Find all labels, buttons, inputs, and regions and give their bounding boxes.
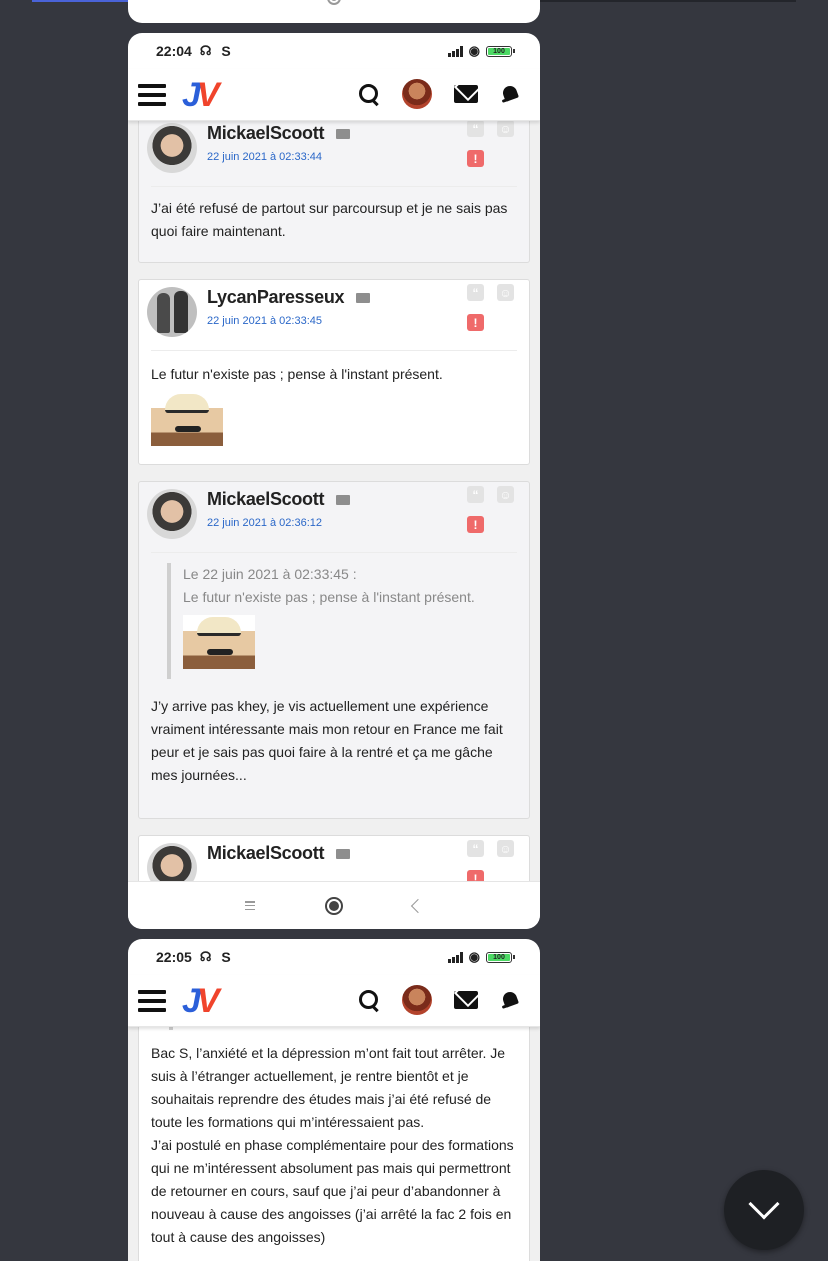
status-time: 22:04 — [156, 43, 192, 59]
status-carrier: S — [221, 43, 231, 59]
quote-bar — [169, 1027, 173, 1030]
status-bar: 22:05 ☊ S ◉ 100 — [128, 939, 540, 975]
sticker-image — [183, 615, 255, 669]
mail-icon[interactable] — [454, 85, 478, 103]
quote-icon[interactable]: “ — [467, 486, 484, 503]
forum-post: LycanParesseux 22 juin 2021 à 02:33:45 “… — [138, 279, 530, 465]
author-name[interactable]: LycanParesseux — [207, 287, 345, 308]
hamburger-icon[interactable] — [138, 83, 166, 106]
notification-icon[interactable] — [500, 989, 522, 1011]
wifi-icon: ◉ — [468, 949, 480, 964]
private-message-icon[interactable] — [336, 848, 351, 859]
quote-icon[interactable]: “ — [467, 840, 484, 857]
phone-screenshot-1: 22:04 ☊ S ◉ 100 JV MickaelScoott 22 juin… — [128, 33, 540, 929]
home-button-icon[interactable] — [325, 896, 343, 915]
post-date[interactable]: 22 juin 2021 à 02:36:12 — [207, 517, 322, 529]
forum-post: MickaelScoott 22 juin 2021 à 02:36:12 “ … — [138, 481, 530, 819]
private-message-icon[interactable] — [336, 494, 351, 505]
app-header: JV — [128, 69, 540, 121]
forum-post: MickaelScoott “ ☺ ! — [138, 835, 530, 881]
quote-header: Le 22 juin 2021 à 02:33:45 : — [183, 566, 357, 582]
message-feed: MickaelScoott 22 juin 2021 à 02:33:44 “ … — [128, 121, 540, 881]
notification-icon[interactable] — [500, 83, 522, 105]
quote-text: Le futur n'existe pas ; pense à l'instan… — [183, 589, 475, 605]
author-avatar[interactable] — [147, 287, 197, 337]
battery-level: 100 — [493, 953, 505, 961]
report-icon[interactable]: ! — [467, 314, 484, 331]
recent-apps-icon[interactable] — [245, 901, 255, 910]
battery-level: 100 — [493, 47, 505, 55]
post-header: MickaelScoott 22 juin 2021 à 02:33:44 “ … — [139, 121, 529, 186]
phone-screenshot-2: 22:05 ☊ S ◉ 100 JV Bac S, l’anxiété et l… — [128, 939, 540, 1261]
jv-logo[interactable]: JV — [182, 78, 220, 112]
post-text: J’y arrive pas khey, je vis actuellement… — [151, 698, 503, 783]
battery-icon: 100 — [486, 951, 515, 963]
back-icon[interactable] — [410, 898, 426, 913]
nav-bar-remnant — [128, 0, 540, 23]
post-header: LycanParesseux 22 juin 2021 à 02:33:45 “… — [139, 280, 529, 350]
author-avatar[interactable] — [147, 123, 197, 173]
quote-block: Le 22 juin 2021 à 02:33:45 : Le futur n'… — [167, 563, 529, 679]
smiley-icon[interactable]: ☺ — [497, 284, 514, 301]
wifi-icon: ◉ — [468, 43, 480, 58]
avatar[interactable] — [402, 985, 432, 1015]
forum-post: MickaelScoott 22 juin 2021 à 02:33:44 “ … — [138, 121, 530, 263]
quote-icon[interactable]: “ — [467, 284, 484, 301]
forum-post: Bac S, l’anxiété et la dépression m’ont … — [138, 1027, 530, 1261]
smiley-icon[interactable]: ☺ — [497, 121, 514, 137]
author-name[interactable]: MickaelScoott — [207, 843, 324, 864]
private-message-icon[interactable] — [336, 128, 351, 139]
headset-icon: ☊ — [199, 949, 212, 964]
sticker-image — [151, 392, 223, 446]
post-header: MickaelScoott 22 juin 2021 à 02:36:12 “ … — [139, 482, 529, 552]
divider — [151, 552, 517, 553]
quote-icon[interactable]: “ — [467, 121, 484, 137]
post-text: Le futur n'existe pas ; pense à l'instan… — [151, 366, 443, 382]
hamburger-icon[interactable] — [138, 989, 166, 1012]
smiley-icon[interactable]: ☺ — [497, 486, 514, 503]
author-avatar[interactable] — [147, 843, 197, 881]
app-header: JV — [128, 975, 540, 1027]
chevron-down-icon — [748, 1188, 780, 1220]
battery-icon: 100 — [486, 45, 515, 57]
author-name[interactable]: MickaelScoott — [207, 489, 324, 510]
author-name[interactable]: MickaelScoott — [207, 123, 324, 144]
post-date[interactable]: 22 juin 2021 à 02:33:45 — [207, 315, 322, 327]
smiley-icon[interactable]: ☺ — [497, 840, 514, 857]
avatar[interactable] — [402, 79, 432, 109]
private-message-icon[interactable] — [356, 292, 371, 303]
headset-icon: ☊ — [199, 43, 212, 58]
status-time: 22:05 — [156, 949, 192, 965]
post-text: Bac S, l’anxiété et la dépression m’ont … — [151, 1045, 514, 1245]
search-icon[interactable] — [358, 989, 380, 1011]
author-avatar[interactable] — [147, 489, 197, 539]
search-icon[interactable] — [358, 83, 380, 105]
post-header: MickaelScoott “ ☺ ! — [139, 836, 529, 881]
report-icon[interactable]: ! — [467, 150, 484, 167]
system-nav-bar — [128, 881, 540, 929]
phone-screenshot-previous — [128, 0, 540, 23]
report-icon[interactable]: ! — [467, 516, 484, 533]
jv-logo[interactable]: JV — [182, 984, 220, 1018]
status-carrier: S — [221, 949, 231, 965]
status-bar: 22:04 ☊ S ◉ 100 — [128, 33, 540, 69]
message-feed: Bac S, l’anxiété et la dépression m’ont … — [128, 1027, 540, 1261]
home-button-icon — [327, 0, 341, 5]
mail-icon[interactable] — [454, 991, 478, 1009]
signal-icon — [447, 45, 463, 57]
previous-screenshot-edge-dark — [540, 0, 796, 2]
report-icon[interactable]: ! — [467, 870, 484, 881]
post-date[interactable]: 22 juin 2021 à 02:33:44 — [207, 151, 322, 163]
post-text: J’ai été refusé de partout sur parcoursu… — [151, 200, 508, 239]
scroll-down-button[interactable] — [724, 1170, 804, 1250]
signal-icon — [447, 951, 463, 963]
